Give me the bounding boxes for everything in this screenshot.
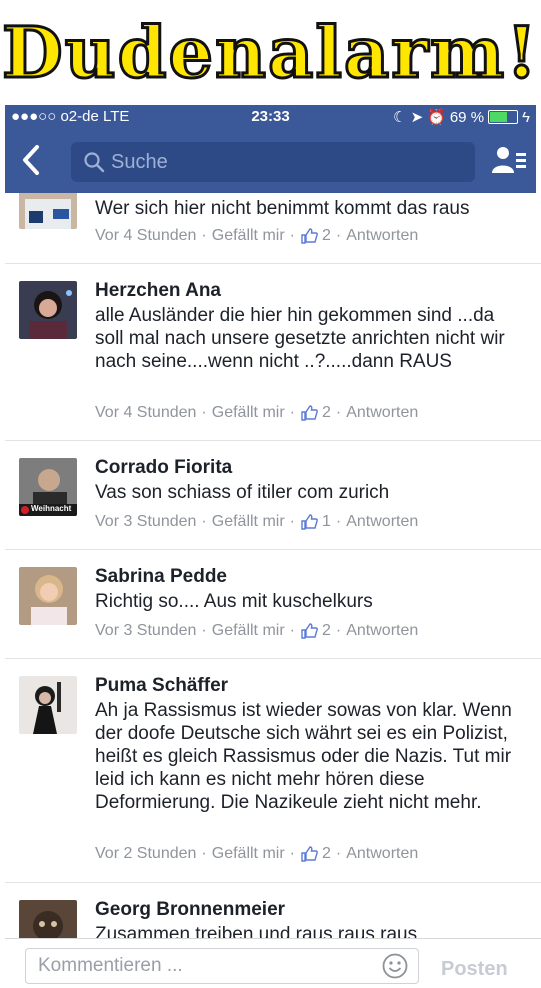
comment-placeholder: Kommentieren ... — [38, 955, 183, 976]
comment-text: Ah ja Rassismus ist wieder sowas von kla… — [95, 700, 512, 813]
comment-author[interactable]: Sabrina Pedde — [95, 566, 227, 588]
status-bar: ●●●○○ o2-de LTE 23:33 ☾ ➤ ⏰ 69 % ϟ — [5, 105, 536, 129]
comment-meta: Vor 4 Stunden · Gefällt mir · 2 · Antworten — [95, 404, 419, 422]
reply-link[interactable]: Antworten — [346, 404, 418, 422]
avatar[interactable] — [19, 676, 77, 734]
avatar[interactable] — [19, 900, 77, 938]
alarm-icon: ⏰ — [427, 109, 446, 126]
thumbs-up-icon — [301, 514, 318, 530]
nav-bar: Suche — [5, 129, 536, 193]
location-icon: ➤ — [410, 109, 424, 126]
comment-author[interactable]: Herzchen Ana — [95, 280, 221, 302]
comment-meta: Vor 4 Stunden · Gefällt mir · 2 · Antworten — [95, 227, 419, 245]
status-right: ☾ ➤ ⏰ 69 % ϟ — [393, 108, 530, 127]
like-count: 1 — [321, 513, 331, 530]
thumbs-up-icon — [301, 228, 318, 244]
comment-meta: Vor 3 Stunden · Gefällt mir · 1 · Antworten — [95, 513, 419, 531]
like-count: 2 — [321, 622, 331, 639]
comment-input[interactable]: Kommentieren ... — [25, 948, 419, 984]
comment-author[interactable]: Georg Bronnenmeier — [95, 899, 285, 921]
comment-meta: Vor 2 Stunden · Gefällt mir · 2 · Antworten — [95, 845, 419, 863]
thumbs-up-icon — [301, 623, 318, 639]
avatar[interactable] — [19, 281, 77, 339]
comment-item: Weihnacht Corrado Fiorita Vas son schias… — [5, 440, 541, 550]
comment-time: Vor 4 Stunden — [95, 404, 197, 421]
like-link[interactable]: Gefällt mir — [212, 404, 285, 422]
comment-item: Herzchen Ana alle Ausländer die hier hin… — [5, 263, 541, 441]
thumbs-up-icon — [301, 405, 318, 421]
battery-icon — [488, 110, 519, 124]
like-count: 2 — [321, 845, 331, 862]
comment-meta: Vor 3 Stunden · Gefällt mir · 2 · Antworten — [95, 622, 419, 640]
comment-item: Sabrina Pedde Richtig so.... Aus mit kus… — [5, 549, 541, 659]
comment-author[interactable]: Puma Schäffer — [95, 675, 228, 697]
banner-title: Dudenalarm! — [1, 10, 539, 96]
comment-author[interactable]: Corrado Fiorita — [95, 457, 232, 479]
search-placeholder: Suche — [111, 150, 168, 173]
comment-item: Georg Bronnenmeier Zusammen treiben und … — [5, 882, 541, 938]
search-input[interactable]: Suche — [71, 142, 475, 182]
like-link[interactable]: Gefällt mir — [212, 227, 285, 245]
like-count: 2 — [321, 227, 331, 244]
reply-link[interactable]: Antworten — [346, 622, 418, 640]
avatar[interactable] — [19, 567, 77, 625]
comment-time: Vor 2 Stunden — [95, 845, 197, 862]
comment-item: Puma Schäffer Ah ja Rassismus ist wieder… — [5, 658, 541, 883]
comment-time: Vor 3 Stunden — [95, 513, 197, 530]
friend-requests-icon[interactable] — [492, 145, 526, 175]
back-icon[interactable] — [19, 143, 49, 177]
comment-text: alle Ausländer die hier hin gekommen sin… — [95, 305, 505, 372]
comment-text: Vas son schiass of itiler com zurich — [95, 482, 390, 503]
charging-icon: ϟ — [522, 108, 530, 126]
post-button[interactable]: Posten — [441, 958, 508, 981]
comment-text: Zusammen treiben und raus raus raus — [95, 924, 418, 938]
moon-icon: ☾ — [393, 109, 407, 126]
reply-link[interactable]: Antworten — [346, 227, 418, 245]
meme-banner: Dudenalarm! — [0, 0, 541, 105]
thumbs-up-icon — [301, 846, 318, 862]
comment-text: Wer sich hier nicht benimmt kommt das ra… — [95, 198, 470, 219]
like-link[interactable]: Gefällt mir — [212, 845, 285, 863]
comment-item: Wer sich hier nicht benimmt kommt das ra… — [5, 193, 541, 264]
comment-time: Vor 4 Stunden — [95, 227, 197, 244]
like-link[interactable]: Gefällt mir — [212, 513, 285, 531]
reply-link[interactable]: Antworten — [346, 513, 418, 531]
reply-link[interactable]: Antworten — [346, 845, 418, 863]
avatar[interactable]: Weihnacht — [19, 458, 77, 516]
like-count: 2 — [321, 404, 331, 421]
comment-time: Vor 3 Stunden — [95, 622, 197, 639]
battery-fill — [490, 112, 508, 122]
avatar-badge-label: Weihnacht — [31, 504, 72, 513]
battery-percent: 69 % — [449, 108, 485, 126]
like-link[interactable]: Gefällt mir — [212, 622, 285, 640]
emoji-icon[interactable] — [382, 953, 408, 979]
comment-list: Wer sich hier nicht benimmt kommt das ra… — [5, 193, 541, 938]
comment-composer: Kommentieren ... Posten — [5, 938, 541, 988]
comment-text: Richtig so.... Aus mit kuschelkurs — [95, 591, 373, 612]
avatar[interactable] — [19, 193, 77, 229]
search-icon — [84, 152, 105, 173]
